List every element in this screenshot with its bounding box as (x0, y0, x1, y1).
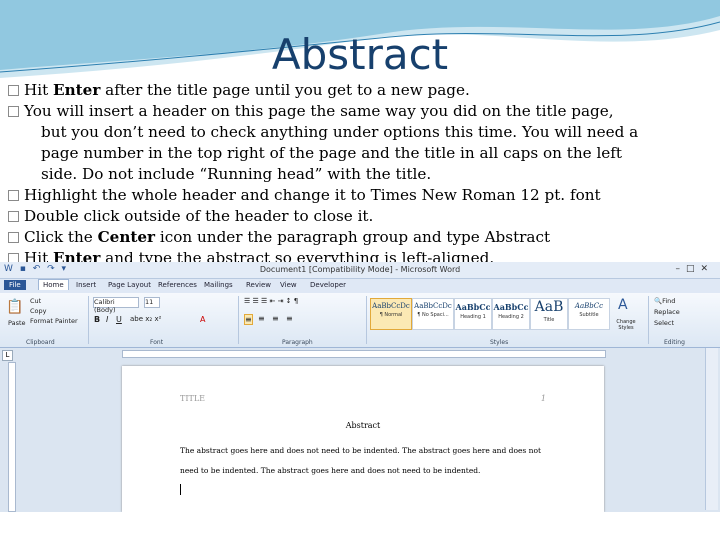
tab-review[interactable]: Review (246, 281, 271, 289)
window-controls[interactable]: –□✕ (675, 264, 714, 274)
list-item: Double click outside of the header to cl… (8, 206, 708, 227)
change-styles-button[interactable]: Change Styles (614, 319, 638, 331)
tab-insert[interactable]: Insert (76, 281, 96, 289)
cut-button[interactable]: Cut (30, 297, 41, 305)
font-name-select[interactable]: Calibri (Body) (93, 297, 139, 314)
tab-view[interactable]: View (280, 281, 297, 289)
bullet-text: Highlight the whole header and change it… (24, 186, 601, 204)
select-button[interactable]: Select (654, 319, 674, 327)
style-normal[interactable]: AaBbCcDc ¶ Normal (370, 298, 412, 330)
font-size-select[interactable]: 11 (144, 297, 160, 308)
body-text-line[interactable]: need to be indented. The abstract goes h… (180, 466, 480, 475)
header-title[interactable]: TITLE (180, 394, 205, 403)
checkbox-bullet-icon (8, 190, 19, 201)
list-item: Click the Center icon under the paragrap… (8, 227, 708, 248)
paste-button[interactable]: Paste (8, 319, 26, 327)
paste-icon[interactable]: 📋 (6, 299, 23, 315)
checkbox-bullet-icon (8, 106, 19, 117)
bold-icon[interactable]: B (94, 315, 100, 324)
group-label-font: Font (150, 339, 164, 346)
keyword: Center (97, 228, 156, 246)
tab-file[interactable]: File (4, 280, 26, 290)
tab-page-layout[interactable]: Page Layout (108, 281, 151, 289)
list-item: Highlight the whole header and change it… (8, 185, 708, 206)
ribbon: 📋 Paste Cut Copy Format Painter Clipboar… (0, 293, 720, 348)
replace-button[interactable]: Replace (654, 308, 680, 316)
group-divider (366, 296, 367, 344)
checkbox-bullet-icon (8, 211, 19, 222)
bullet-text: page number in the top right of the page… (41, 144, 623, 162)
bullet-text: You will insert a header on this page th… (24, 102, 614, 120)
align-right-icon[interactable]: ≡ (272, 314, 279, 323)
justify-icon[interactable]: ≡ (286, 314, 293, 323)
style-heading-2[interactable]: AaBbCc Heading 2 (492, 298, 530, 330)
body-text-line[interactable]: The abstract goes here and does not need… (180, 446, 541, 455)
checkbox-bullet-icon (8, 85, 19, 96)
group-divider (238, 296, 239, 344)
align-left-icon[interactable]: ≡ (244, 314, 253, 325)
list-item: Hit Enter after the title page until you… (8, 80, 708, 101)
group-label-paragraph: Paragraph (282, 339, 313, 346)
keyword: Enter (53, 81, 101, 99)
tab-home[interactable]: Home (38, 279, 69, 290)
title-bar: W ▪ ↶ ↷ ▾ Document1 [Compatibility Mode]… (0, 262, 720, 279)
page-heading[interactable]: Abstract (122, 421, 604, 430)
format-painter-button[interactable]: Format Painter (30, 317, 78, 325)
find-icon: 🔍 (654, 297, 663, 305)
list-item: You will insert a header on this page th… (8, 101, 708, 185)
text-cursor (180, 484, 181, 495)
group-divider (648, 296, 649, 344)
underline-icon[interactable]: U (116, 315, 122, 324)
style-title[interactable]: AaB Title (530, 298, 568, 330)
document-page[interactable]: TITLE 1 Abstract The abstract goes here … (122, 366, 604, 512)
vertical-scrollbar[interactable] (705, 348, 718, 510)
list-icons[interactable]: ☰ ☰ ☰ ⇤ ⇥ ↕ ¶ (244, 297, 298, 305)
vertical-ruler[interactable] (8, 362, 16, 512)
font-effects-icons[interactable]: abe x₂ x² (130, 315, 161, 323)
slide-title: Abstract (271, 30, 449, 79)
bullet-text: icon under the paragraph group and type … (155, 228, 551, 246)
bullet-text: Double click outside of the header to cl… (24, 207, 374, 225)
font-color-icon[interactable]: A (200, 315, 205, 324)
checkbox-bullet-icon (8, 232, 19, 243)
tab-references[interactable]: References (158, 281, 197, 289)
style-heading-1[interactable]: AaBbCc Heading 1 (454, 298, 492, 330)
bullet-text: Click the (24, 228, 98, 246)
bullet-text: but you don’t need to check anything und… (41, 123, 639, 141)
tab-selector-icon[interactable]: L (2, 350, 13, 361)
italic-icon[interactable]: I (106, 315, 108, 324)
window-title: Document1 [Compatibility Mode] - Microso… (259, 265, 461, 274)
style-no-spacing[interactable]: AaBbCcDc ¶ No Spaci... (412, 298, 454, 330)
word-screenshot: W ▪ ↶ ↷ ▾ Document1 [Compatibility Mode]… (0, 262, 720, 512)
tab-mailings[interactable]: Mailings (204, 281, 233, 289)
instruction-list: Hit Enter after the title page until you… (8, 80, 708, 269)
align-center-icon[interactable]: ≡ (258, 314, 265, 323)
find-button[interactable]: 🔍Find (654, 297, 675, 305)
group-label-clipboard: Clipboard (26, 339, 55, 346)
bullet-text: side. Do not include “Running head” with… (41, 165, 432, 183)
group-divider (88, 296, 89, 344)
ribbon-tabs: File Home Insert Page Layout References … (0, 279, 720, 293)
group-label-styles: Styles (490, 339, 509, 346)
tab-developer[interactable]: Developer (310, 281, 346, 289)
bullet-text: Hit (24, 81, 54, 99)
copy-button[interactable]: Copy (30, 307, 47, 315)
group-label-editing: Editing (664, 339, 685, 346)
horizontal-ruler[interactable] (0, 348, 720, 358)
style-subtitle[interactable]: AaBbCc Subtitle (568, 298, 610, 330)
header-page-number[interactable]: 1 (541, 394, 546, 403)
bullet-text: after the title page until you get to a … (100, 81, 470, 99)
change-styles-icon[interactable]: A (618, 297, 628, 313)
